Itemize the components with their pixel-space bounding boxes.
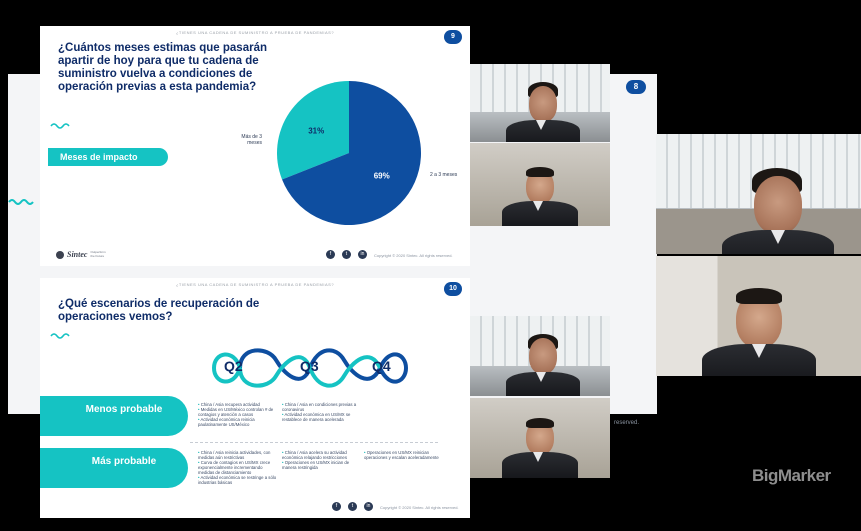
speaker-video-1-small-bottom[interactable] [470,316,610,396]
sintec-logo-tagline: Outperform the Future [90,250,106,258]
speaker-video-2-large[interactable] [656,256,861,376]
row-menos-probable: Menos probable [40,396,188,436]
bullet: China / Asia en condiciones previas a co… [282,402,362,412]
speaker-video-1-large[interactable] [656,134,861,254]
q2-label: Q2 [224,358,243,374]
bullet: Actividad económica reinicia paulatiname… [198,417,278,427]
bigmarker-logo: BigMarker [752,466,831,485]
row1-col1: China / Asia recupera actividad Medidas … [198,402,278,427]
bg-reserved-text-outside: reserved. [614,420,640,426]
slide-9-question: ¿Cuántos meses estimas que pasarán apart… [58,42,267,93]
slide-10-number: 10 [444,282,462,296]
row2-col3: Operaciones en US/MX reinician operacion… [364,450,444,460]
row2-col2: China / Asia acelera su actividad económ… [282,450,362,470]
row-divider [190,442,438,443]
bullet: Medidas en US/México controlan # de cont… [198,407,278,417]
bullet: China / Asia reinicia actividades, con m… [198,450,278,460]
slide-9-header: ¿TIENES UNA CADENA DE SUMINISTRO A PRUEB… [175,30,335,35]
row1-col2: China / Asia en condiciones previas a co… [282,402,362,422]
pie-chart: 31% 69% [277,81,421,225]
slide-9-squiggle [50,123,70,129]
bg-slide-squiggle [8,194,36,205]
slide-10-question: ¿Qué escenarios de recuperación de opera… [58,298,260,323]
pie-value-label-1: 31% [308,127,324,136]
bullet: Actividad económica se restringe a sólo … [198,475,278,485]
twitter-icon[interactable]: t [348,502,357,511]
bullet: Actividad económica en US/MX se restable… [282,412,362,422]
q4-label: Q4 [372,358,391,374]
linkedin-icon[interactable]: in [358,250,367,259]
sintec-logo-text: Sintec [67,250,88,259]
slide-10: ¿TIENES UNA CADENA DE SUMINISTRO A PRUEB… [40,278,470,518]
bg-slide-number: 8 [626,80,646,94]
row2-col1: China / Asia reinicia actividades, con m… [198,450,278,485]
pie-label-right: 2 a 3 meses [430,172,458,178]
facebook-icon[interactable]: f [326,250,335,259]
slide-10-squiggle [50,333,70,339]
q3-label: Q3 [300,358,319,374]
facebook-icon[interactable]: f [332,502,341,511]
slide-9-pill: Meses de impacto [48,148,168,166]
pie-label-left: Más de 3 meses [241,134,262,146]
speaker-video-2-small-bottom[interactable] [470,398,610,478]
linkedin-icon[interactable]: in [364,502,373,511]
speaker-video-1-small-top[interactable] [470,64,610,142]
slide-9: ¿TIENES UNA CADENA DE SUMINISTRO A PRUEB… [40,26,470,266]
pie-value-label-2: 69% [374,171,390,180]
slide-9-copyright: Copyright © 2020 Sintec. All rights rese… [374,253,453,258]
row-mas-probable: Más probable [40,448,188,488]
background-slide-right: 8 reserved. [612,74,657,414]
bullet: China / Asia acelera su actividad económ… [282,450,362,460]
twitter-icon[interactable]: t [342,250,351,259]
sintec-logo-icon [56,250,64,259]
bullet: Curva de contagios en US/MX crece expone… [198,460,278,475]
bullet: Operaciones en US/MX inician de manera r… [282,460,362,470]
sintec-logo: Sintec Outperform the Future [56,250,110,259]
speaker-video-2-small-top[interactable] [470,143,610,226]
slide-9-number: 9 [444,30,462,44]
slide-10-copyright: Copyright © 2020 Sintec. All rights rese… [380,505,459,510]
slide-10-header: ¿TIENES UNA CADENA DE SUMINISTRO A PRUEB… [175,282,335,287]
bullet: Operaciones en US/MX reinician operacion… [364,450,444,460]
